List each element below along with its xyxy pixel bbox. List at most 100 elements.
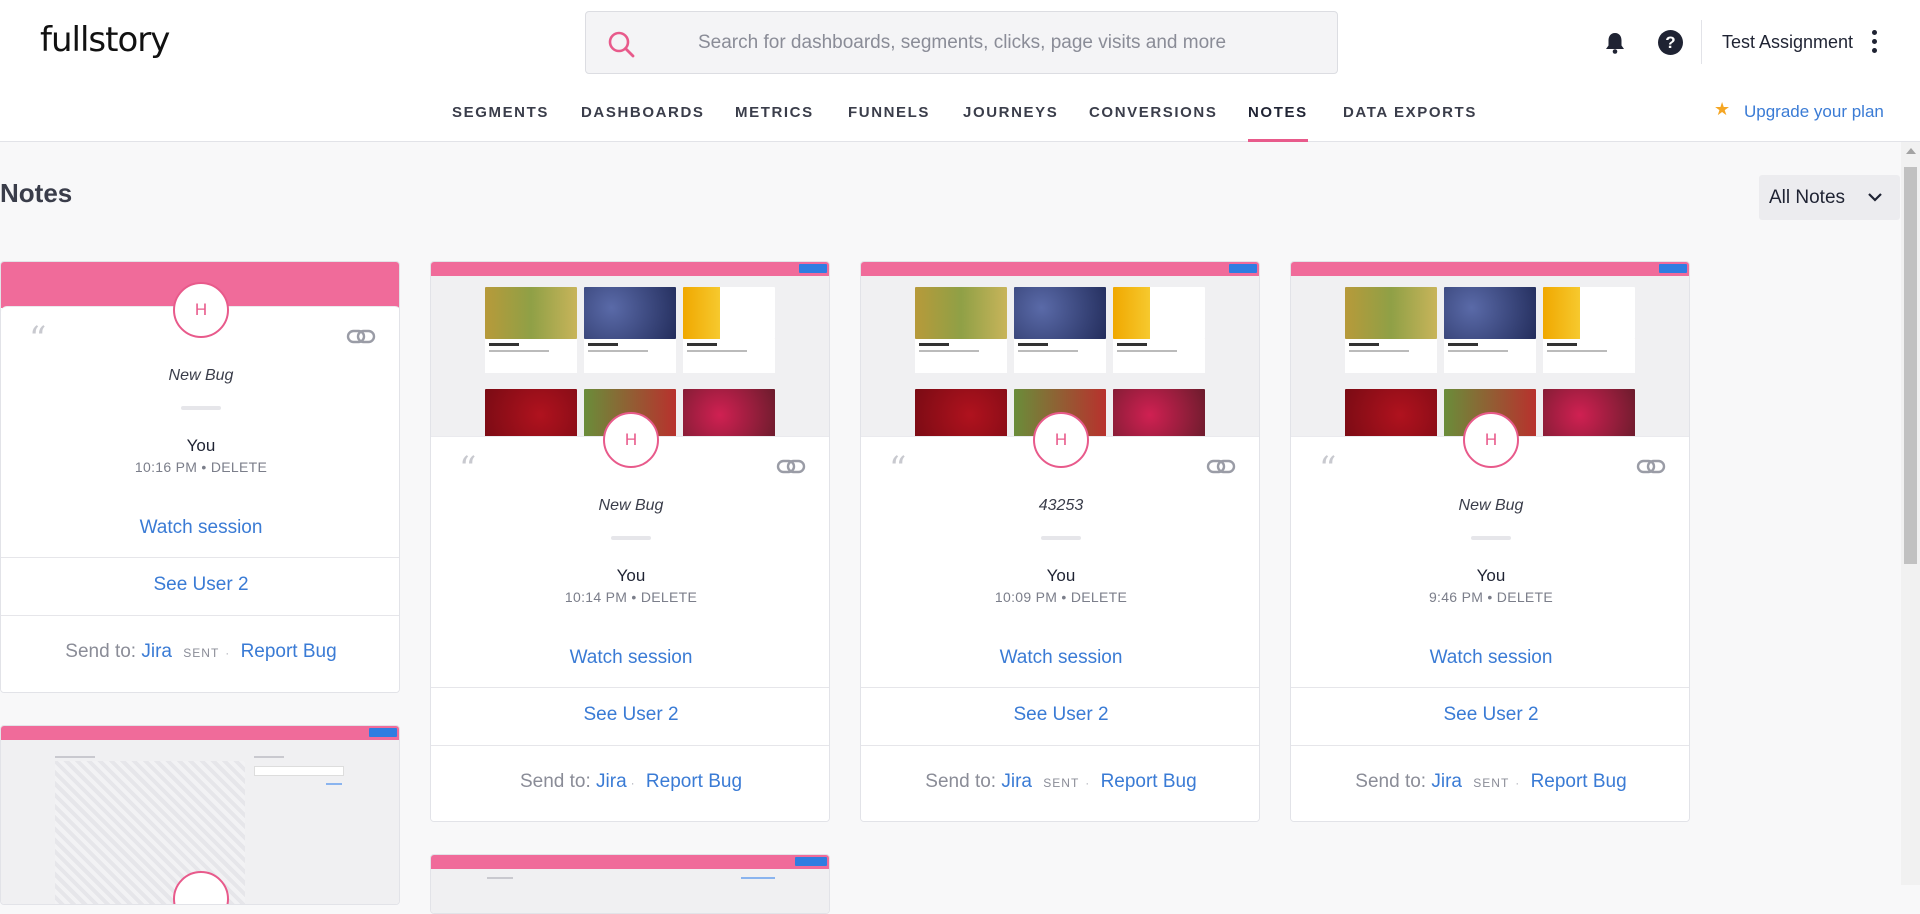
notes-filter-dropdown[interactable]: All Notes bbox=[1759, 175, 1900, 220]
note-meta: 9:46 PM • DELETE bbox=[1428, 589, 1554, 605]
jira-link[interactable]: Jira bbox=[141, 641, 172, 662]
watch-session-link[interactable]: Watch session bbox=[1, 517, 399, 539]
tab-segments[interactable]: SEGMENTS bbox=[452, 104, 549, 142]
note-meta: 10:16 PM • DELETE bbox=[134, 459, 268, 475]
note-body: “ New Bug You 10:14 PM • DELETE Watch se… bbox=[431, 436, 829, 821]
scroll-thumb[interactable] bbox=[1904, 167, 1917, 564]
note-card bbox=[430, 854, 830, 914]
tab-metrics[interactable]: METRICS bbox=[735, 104, 814, 142]
see-user-link[interactable]: See User 2 bbox=[1291, 704, 1689, 726]
send-to-label: Send to: bbox=[65, 641, 137, 662]
send-to-label: Send to: bbox=[1355, 771, 1427, 792]
report-bug-link[interactable]: Report Bug bbox=[646, 771, 742, 792]
row-divider bbox=[861, 745, 1259, 746]
scroll-up-arrow[interactable] bbox=[1906, 148, 1916, 154]
avatar: H bbox=[603, 412, 659, 468]
jira-link[interactable]: Jira bbox=[596, 771, 627, 792]
tab-dashboards[interactable]: DASHBOARDS bbox=[581, 104, 705, 142]
row-divider bbox=[1291, 687, 1689, 688]
help-icon[interactable]: ? bbox=[1658, 30, 1683, 55]
watch-session-link[interactable]: Watch session bbox=[861, 647, 1259, 669]
star-icon: ★ bbox=[1714, 99, 1731, 119]
send-to-label: Send to: bbox=[925, 771, 997, 792]
main-nav: SEGMENTS DASHBOARDS METRICS FUNNELS JOUR… bbox=[0, 96, 1920, 142]
send-to-row: Send to: Jira SENT · Report Bug bbox=[65, 641, 337, 662]
jira-link[interactable]: Jira bbox=[1001, 771, 1032, 792]
note-author: You bbox=[1046, 566, 1076, 585]
note-card: “ New Bug You 10:14 PM • DELETE Watch se… bbox=[430, 261, 830, 822]
tab-conversions[interactable]: CONVERSIONS bbox=[1089, 104, 1217, 142]
search-icon[interactable] bbox=[606, 29, 636, 59]
session-thumbnail[interactable] bbox=[861, 262, 1259, 437]
more-vertical-icon[interactable] bbox=[1872, 30, 1878, 56]
quote-icon: “ bbox=[1319, 449, 1337, 489]
row-divider bbox=[1, 557, 399, 558]
delete-link[interactable]: DELETE bbox=[1497, 589, 1553, 605]
tab-notes[interactable]: NOTES bbox=[1248, 104, 1308, 142]
note-author: You bbox=[186, 436, 216, 455]
top-bar: fullstory ? Test Assignment SEGMENTS DAS… bbox=[0, 0, 1920, 142]
link-icon[interactable] bbox=[776, 457, 806, 477]
note-meta: 10:09 PM • DELETE bbox=[994, 589, 1128, 605]
divider-dash bbox=[1041, 536, 1081, 540]
see-user-link[interactable]: See User 2 bbox=[431, 704, 829, 726]
note-text: New Bug bbox=[598, 497, 664, 514]
link-icon[interactable] bbox=[1206, 457, 1236, 477]
delete-link[interactable]: DELETE bbox=[1071, 589, 1127, 605]
note-body: “ 43253 You 10:09 PM • DELETE Watch sess… bbox=[861, 436, 1259, 821]
quote-icon: “ bbox=[459, 449, 477, 489]
bell-icon[interactable] bbox=[1602, 30, 1628, 56]
note-text: 43253 bbox=[1038, 497, 1084, 514]
row-divider bbox=[1291, 745, 1689, 746]
note-meta: 10:14 PM • DELETE bbox=[564, 589, 698, 605]
row-divider bbox=[431, 745, 829, 746]
see-user-link[interactable]: See User 2 bbox=[1, 574, 399, 596]
report-bug-link[interactable]: Report Bug bbox=[1101, 771, 1197, 792]
report-bug-link[interactable]: Report Bug bbox=[241, 641, 337, 662]
divider-dash bbox=[611, 536, 651, 540]
avatar: H bbox=[1033, 412, 1089, 468]
note-body: “ New Bug You 9:46 PM • DELETE Watch ses… bbox=[1291, 436, 1689, 821]
note-author: You bbox=[616, 566, 646, 585]
sent-badge: SENT bbox=[183, 646, 220, 660]
account-name[interactable]: Test Assignment bbox=[1722, 32, 1853, 53]
watch-session-link[interactable]: Watch session bbox=[431, 647, 829, 669]
note-card: “ New Bug You 10:16 PM • DELETE Watch se… bbox=[0, 261, 400, 693]
delete-link[interactable]: DELETE bbox=[641, 589, 697, 605]
note-body: “ New Bug You 10:16 PM • DELETE Watch se… bbox=[1, 306, 399, 692]
sent-badge: SENT bbox=[1043, 776, 1080, 790]
delete-link[interactable]: DELETE bbox=[211, 459, 267, 475]
note-time: 9:46 PM bbox=[1428, 589, 1484, 605]
note-time: 10:16 PM bbox=[134, 459, 198, 475]
report-bug-link[interactable]: Report Bug bbox=[1531, 771, 1627, 792]
quote-icon: “ bbox=[889, 449, 907, 489]
see-user-link[interactable]: See User 2 bbox=[861, 704, 1259, 726]
fullstory-logo[interactable]: fullstory bbox=[40, 20, 170, 60]
tab-journeys[interactable]: JOURNEYS bbox=[963, 104, 1058, 142]
avatar: H bbox=[1463, 412, 1519, 468]
row-divider bbox=[431, 687, 829, 688]
session-thumbnail[interactable] bbox=[431, 262, 829, 437]
search-box[interactable] bbox=[585, 11, 1338, 74]
tab-funnels[interactable]: FUNNELS bbox=[848, 104, 930, 142]
send-to-label: Send to: bbox=[519, 771, 591, 792]
note-time: 10:09 PM bbox=[994, 589, 1058, 605]
divider-dash bbox=[1471, 536, 1511, 540]
jira-link[interactable]: Jira bbox=[1431, 771, 1462, 792]
note-card: “ 43253 You 10:09 PM • DELETE Watch sess… bbox=[860, 261, 1260, 822]
page-title: Notes bbox=[0, 178, 73, 208]
link-icon[interactable] bbox=[346, 327, 376, 347]
send-to-row: Send to: Jira SENT · Report Bug bbox=[1355, 771, 1627, 792]
note-card: “ New Bug You 9:46 PM • DELETE Watch ses… bbox=[1290, 261, 1690, 822]
page-scrollbar[interactable] bbox=[1901, 142, 1920, 885]
link-icon[interactable] bbox=[1636, 457, 1666, 477]
session-thumbnail[interactable] bbox=[1291, 262, 1689, 437]
search-input[interactable] bbox=[698, 24, 1308, 62]
send-to-row: Send to: Jira SENT · Report Bug bbox=[925, 771, 1197, 792]
send-to-row: Send to: Jira · Report Bug bbox=[519, 771, 743, 792]
note-text: New Bug bbox=[1458, 497, 1524, 514]
upgrade-plan-link[interactable]: Upgrade your plan bbox=[1744, 102, 1884, 122]
watch-session-link[interactable]: Watch session bbox=[1291, 647, 1689, 669]
filter-label: All Notes bbox=[1769, 187, 1846, 208]
tab-data-exports[interactable]: DATA EXPORTS bbox=[1343, 104, 1477, 142]
